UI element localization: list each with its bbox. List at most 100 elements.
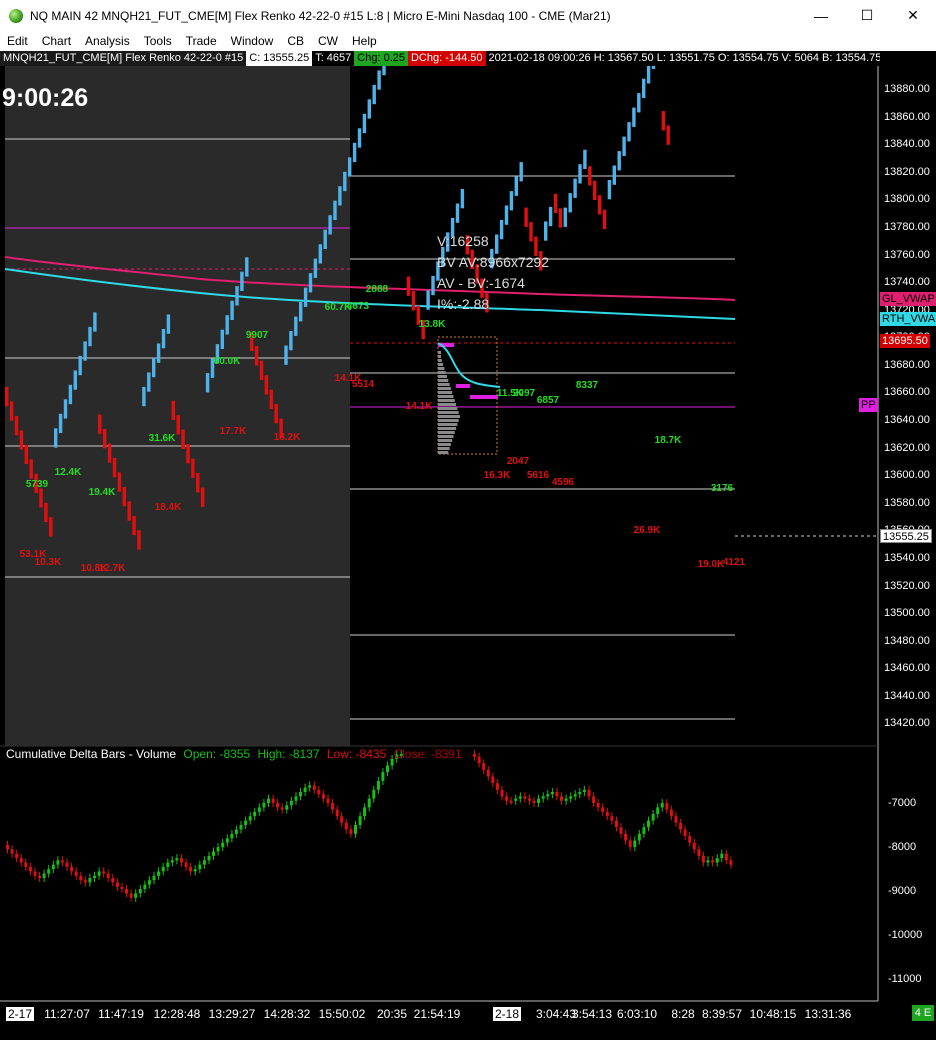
bull-renko-bar — [622, 136, 626, 156]
delta-up-bar — [541, 796, 545, 799]
bull-renko-bar — [147, 372, 151, 392]
bull-renko-bar — [88, 326, 92, 347]
delta-down-bar — [24, 862, 28, 867]
menu-cb[interactable]: CB — [280, 34, 311, 48]
delta-up-bar — [660, 803, 664, 808]
delta-up-bar — [537, 798, 541, 803]
delta-down-bar — [619, 827, 623, 834]
bull-renko-bar — [573, 178, 577, 198]
menu-edit[interactable]: Edit — [0, 34, 35, 48]
volume-profile — [437, 336, 501, 455]
profile-bar — [438, 419, 459, 422]
bear-renko-bar — [201, 487, 205, 507]
delta-up-bar — [647, 820, 650, 828]
bull-renko-bar — [548, 206, 553, 227]
delta-up-bar — [216, 847, 220, 852]
delta-down-bar — [605, 811, 609, 817]
delta-down-bar — [532, 800, 536, 803]
time-tick-label: 2-17 — [5, 1007, 35, 1021]
delta-down-bar — [15, 853, 19, 859]
delta-up-bar — [294, 796, 298, 801]
price-tick-label: 13600.00 — [884, 469, 930, 482]
time-tick-label: 6:03:10 — [616, 1007, 658, 1021]
delta-down-bar — [74, 871, 78, 876]
price-tick-label: 13540.00 — [884, 551, 930, 564]
profile-bar — [438, 351, 441, 354]
delta-up-bar — [582, 789, 586, 792]
volume-label: 2047 — [507, 456, 530, 467]
price-tick-label: 13760.00 — [884, 248, 930, 261]
session-clock: 9:00:26 — [2, 84, 89, 112]
delta-up-bar — [221, 842, 225, 848]
menu-chart[interactable]: Chart — [35, 34, 78, 48]
menu-help[interactable]: Help — [345, 34, 384, 48]
chart-area[interactable]: 5739 12.4K 19.4K 53.1K 10.3K 10.8K 12.7K 31.6K 1… — [0, 51, 936, 1040]
menu-analysis[interactable]: Analysis — [78, 34, 137, 48]
price-tick-label: 13740.00 — [884, 276, 930, 289]
price-tick-label: 13880.00 — [884, 83, 930, 95]
time-tick-label: 13:31:36 — [804, 1007, 852, 1021]
bull-renko-bar — [372, 84, 376, 105]
bear-renko-bar — [112, 457, 117, 478]
bear-renko-bar — [186, 444, 190, 464]
menu-cw[interactable]: CW — [311, 34, 345, 48]
bull-renko-bar — [362, 113, 367, 134]
bear-renko-bar — [181, 429, 185, 449]
delta-down-bar — [473, 754, 476, 757]
menu-window[interactable]: Window — [224, 34, 281, 48]
bull-renko-bar — [514, 176, 518, 196]
delta-down-bar — [120, 886, 124, 889]
delta-down-bar — [276, 803, 280, 808]
price-tick-label: 13780.00 — [884, 220, 930, 233]
delta-up-bar — [138, 889, 142, 894]
bull-renko-bar — [93, 312, 97, 332]
price-tick-label: 13800.00 — [884, 193, 930, 206]
bull-renko-bar — [509, 191, 514, 211]
close-button[interactable]: ✕ — [890, 0, 936, 31]
bull-renko-bar — [245, 257, 249, 277]
profile-bar — [438, 363, 444, 366]
indicator-open: Open: -8355 — [183, 747, 251, 761]
profile-bar — [438, 359, 442, 362]
volume-label: 19.4K — [89, 487, 116, 498]
bull-renko-bar — [328, 215, 332, 235]
price-tick-label: 13420.00 — [884, 717, 930, 730]
delta-up-bar — [166, 862, 170, 867]
delta-up-bar — [47, 869, 51, 874]
delta-up-bar — [257, 807, 261, 812]
bear-renko-bar — [411, 291, 416, 311]
profile-bar — [438, 411, 459, 414]
delta-up-bar — [225, 838, 229, 843]
delta-up-bar — [248, 816, 252, 821]
indicator-low: Low: -8435 — [326, 747, 387, 761]
delta-down-bar — [624, 833, 628, 841]
time-tick-label: 14:28:32 — [263, 1007, 311, 1021]
maximize-button[interactable]: ☐ — [844, 0, 890, 31]
bull-renko-bar — [323, 229, 327, 249]
delta-up-bar — [514, 798, 518, 801]
bull-renko-bar — [504, 205, 509, 225]
corner-status[interactable]: 4 E — [912, 1005, 934, 1021]
volume-label: 4121 — [723, 557, 746, 568]
volume-label: 8337 — [576, 380, 599, 391]
delta-up-bar — [193, 869, 197, 872]
volume-label: 2097 — [513, 388, 536, 399]
delta-up-bar — [656, 807, 660, 814]
price-chart-canvas[interactable]: 573912.4K19.4K53.1K10.3K10.8K12.7K31.6K1… — [0, 51, 936, 1040]
menu-tools[interactable]: Tools — [137, 34, 179, 48]
minimize-button[interactable]: — — [798, 0, 844, 31]
delta-down-bar — [679, 822, 683, 830]
delta-up-bar — [198, 864, 202, 870]
bear-renko-bar — [264, 375, 269, 395]
menu-trade[interactable]: Trade — [179, 34, 224, 48]
price-tick-label: 13620.00 — [884, 441, 930, 454]
bear-renko-bar — [39, 488, 43, 508]
bear-renko-bar — [661, 111, 665, 131]
delta-down-bar — [509, 800, 513, 803]
delta-up-bar — [358, 816, 362, 825]
bear-renko-bar — [191, 458, 195, 478]
bear-renko-bar — [602, 209, 607, 229]
bull-renko-bar — [612, 165, 616, 185]
bear-renko-bar — [176, 415, 180, 435]
time-axis[interactable]: 2-17 11:27:07 11:47:19 12:28:48 13:29:27 14:2… — [0, 1004, 880, 1024]
